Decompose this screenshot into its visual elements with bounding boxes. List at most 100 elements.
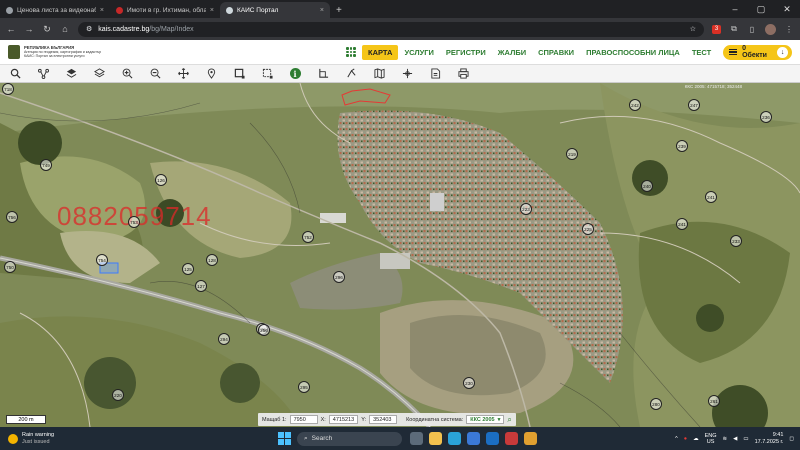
locate-search-icon[interactable]: ⌕ <box>507 415 511 425</box>
edge-icon[interactable] <box>448 432 461 445</box>
profile-avatar[interactable] <box>765 23 776 35</box>
zoom-in-icon[interactable] <box>118 67 136 81</box>
parcel-marker[interactable]: 125 <box>182 263 194 275</box>
layers-icon[interactable] <box>90 67 108 81</box>
parcel-marker[interactable]: 225 <box>582 223 594 235</box>
forward-icon[interactable]: → <box>24 24 34 34</box>
objects-button[interactable]: 0 Обекти ↓ <box>723 44 792 60</box>
parcel-marker[interactable]: 750 <box>4 261 16 273</box>
widgets-app-icon[interactable] <box>410 432 423 445</box>
parcel-marker[interactable]: 239 <box>676 140 688 152</box>
measure-angle-icon[interactable] <box>314 67 332 81</box>
parcel-marker[interactable]: 240 <box>641 180 653 192</box>
url-input[interactable]: ⚙ kais.cadastre.bg/bg/Map/Index ☆ <box>78 21 704 37</box>
browser-menu-icon[interactable]: ⋮ <box>784 24 794 34</box>
antivirus-icon[interactable]: ● <box>684 436 687 442</box>
connect-icon[interactable] <box>34 67 52 81</box>
menu-test[interactable]: ТЕСТ <box>686 45 717 60</box>
reload-icon[interactable]: ↻ <box>42 24 52 35</box>
home-icon[interactable]: ⌂ <box>60 24 70 34</box>
parcel-marker[interactable]: 754 <box>96 254 108 266</box>
battery-icon[interactable]: ▭ <box>743 436 748 442</box>
taskbar-search[interactable]: ⌕ Search <box>297 431 402 446</box>
parcel-marker[interactable]: 236 <box>760 111 772 123</box>
browser-tab-2[interactable]: Имоти в гр. Ихтиман, област София × <box>110 2 220 18</box>
parcel-marker[interactable]: 128 <box>206 254 218 266</box>
select-rect-icon[interactable] <box>230 67 248 81</box>
media-icon[interactable] <box>505 432 518 445</box>
browser-tab-1[interactable]: Ценова листа за видеонаблюдение × <box>0 2 110 18</box>
parcel-marker[interactable]: 233 <box>730 235 742 247</box>
weather-widget[interactable]: Rain warning Just issued <box>0 432 130 445</box>
parcel-marker[interactable]: 294 <box>218 333 230 345</box>
close-tab-icon[interactable]: × <box>210 7 214 14</box>
parcel-marker[interactable]: 718 <box>2 83 14 95</box>
bookmark-star-icon[interactable]: ☆ <box>690 25 696 33</box>
download-icon[interactable]: ↓ <box>777 46 788 58</box>
info-icon[interactable]: i <box>286 67 304 81</box>
menu-licensed-persons[interactable]: ПРАВОСПОСОБНИ ЛИЦА <box>580 45 686 60</box>
scale-input[interactable]: 7950 <box>289 415 318 424</box>
map-icon[interactable] <box>370 67 388 81</box>
cloud-icon[interactable]: ☁ <box>693 436 699 442</box>
parcel-marker[interactable]: 247 <box>688 99 700 111</box>
search-icon[interactable] <box>6 67 24 81</box>
browser-tab-3[interactable]: КАИС Портал × <box>220 2 330 18</box>
parcel-marker[interactable]: 296 <box>333 271 345 283</box>
note-icon[interactable] <box>426 67 444 81</box>
agency-logo[interactable]: РЕПУБЛИКА БЪЛГАРИЯ Агенция по геодезия, … <box>8 45 116 59</box>
tray-overflow-icon[interactable]: ^ <box>675 436 678 442</box>
menu-services[interactable]: УСЛУГИ <box>398 45 439 60</box>
language-indicator[interactable]: ENG US <box>705 433 717 445</box>
menu-registers[interactable]: РЕГИСТРИ <box>440 45 492 60</box>
parcel-marker[interactable]: 219 <box>566 148 578 160</box>
zoom-out-icon[interactable] <box>146 67 164 81</box>
parcel-marker[interactable]: 753 <box>128 216 140 228</box>
close-tab-icon[interactable]: × <box>100 7 104 14</box>
parcel-marker[interactable]: 241 <box>705 191 717 203</box>
x-coordinate-field[interactable]: 4715213 <box>328 415 359 424</box>
parcel-marker[interactable]: 242 <box>629 99 641 111</box>
coordinate-system-select[interactable]: ККС 2005 ▾ <box>466 415 505 424</box>
parcel-marker[interactable]: 295 <box>298 381 310 393</box>
clock[interactable]: 9:41 17.7.2025 г. <box>755 432 784 445</box>
apps-grid-icon[interactable] <box>346 47 356 57</box>
parcel-marker[interactable]: 280 <box>650 398 662 410</box>
crosshair-icon[interactable] <box>398 67 416 81</box>
parcel-marker[interactable]: 220 <box>112 389 124 401</box>
menu-map[interactable]: КАРТА <box>362 44 399 60</box>
parcel-marker[interactable]: 223 <box>520 203 532 215</box>
parcel-marker[interactable]: 241 <box>676 218 688 230</box>
parcel-marker[interactable]: 126 <box>155 174 167 186</box>
minimize-icon[interactable]: – <box>722 4 748 14</box>
close-tab-icon[interactable]: × <box>320 7 324 14</box>
menu-reports[interactable]: СПРАВКИ <box>532 45 580 60</box>
back-icon[interactable]: ← <box>6 24 16 34</box>
parcel-marker[interactable]: 749 <box>40 159 52 171</box>
extension-badge[interactable]: 3 <box>712 24 721 34</box>
start-button[interactable] <box>278 432 291 445</box>
maximize-icon[interactable]: ▢ <box>748 4 774 15</box>
parcel-marker[interactable]: 752 <box>302 231 314 243</box>
volume-icon[interactable]: ◀ <box>733 436 737 442</box>
site-info-icon[interactable]: ⚙ <box>86 25 92 33</box>
map-canvas[interactable]: 0882059714 ККС 2005: 4715718; 352448 718… <box>0 83 800 427</box>
measure-icon[interactable] <box>342 67 360 81</box>
pin-icon[interactable] <box>202 67 220 81</box>
mail-icon[interactable] <box>486 432 499 445</box>
close-window-icon[interactable]: ✕ <box>774 4 800 15</box>
extensions-icon[interactable]: ⧉ <box>729 24 739 34</box>
parcel-marker[interactable]: 261 <box>708 395 720 407</box>
y-coordinate-field[interactable]: 352403 <box>369 415 398 424</box>
parcel-marker[interactable]: 256 <box>258 324 270 336</box>
parcel-marker[interactable]: 756 <box>6 211 18 223</box>
sidepanel-icon[interactable]: ▯ <box>747 24 757 34</box>
select-area-icon[interactable] <box>258 67 276 81</box>
notifications-icon[interactable]: ◻ <box>789 436 794 442</box>
file-explorer-icon[interactable] <box>429 432 442 445</box>
parcel-marker[interactable]: 230 <box>463 377 475 389</box>
menu-complaints[interactable]: ЖАЛБИ <box>492 45 532 60</box>
print-icon[interactable] <box>454 67 472 81</box>
layers-fill-icon[interactable] <box>62 67 80 81</box>
new-tab-button[interactable]: + <box>330 2 348 18</box>
